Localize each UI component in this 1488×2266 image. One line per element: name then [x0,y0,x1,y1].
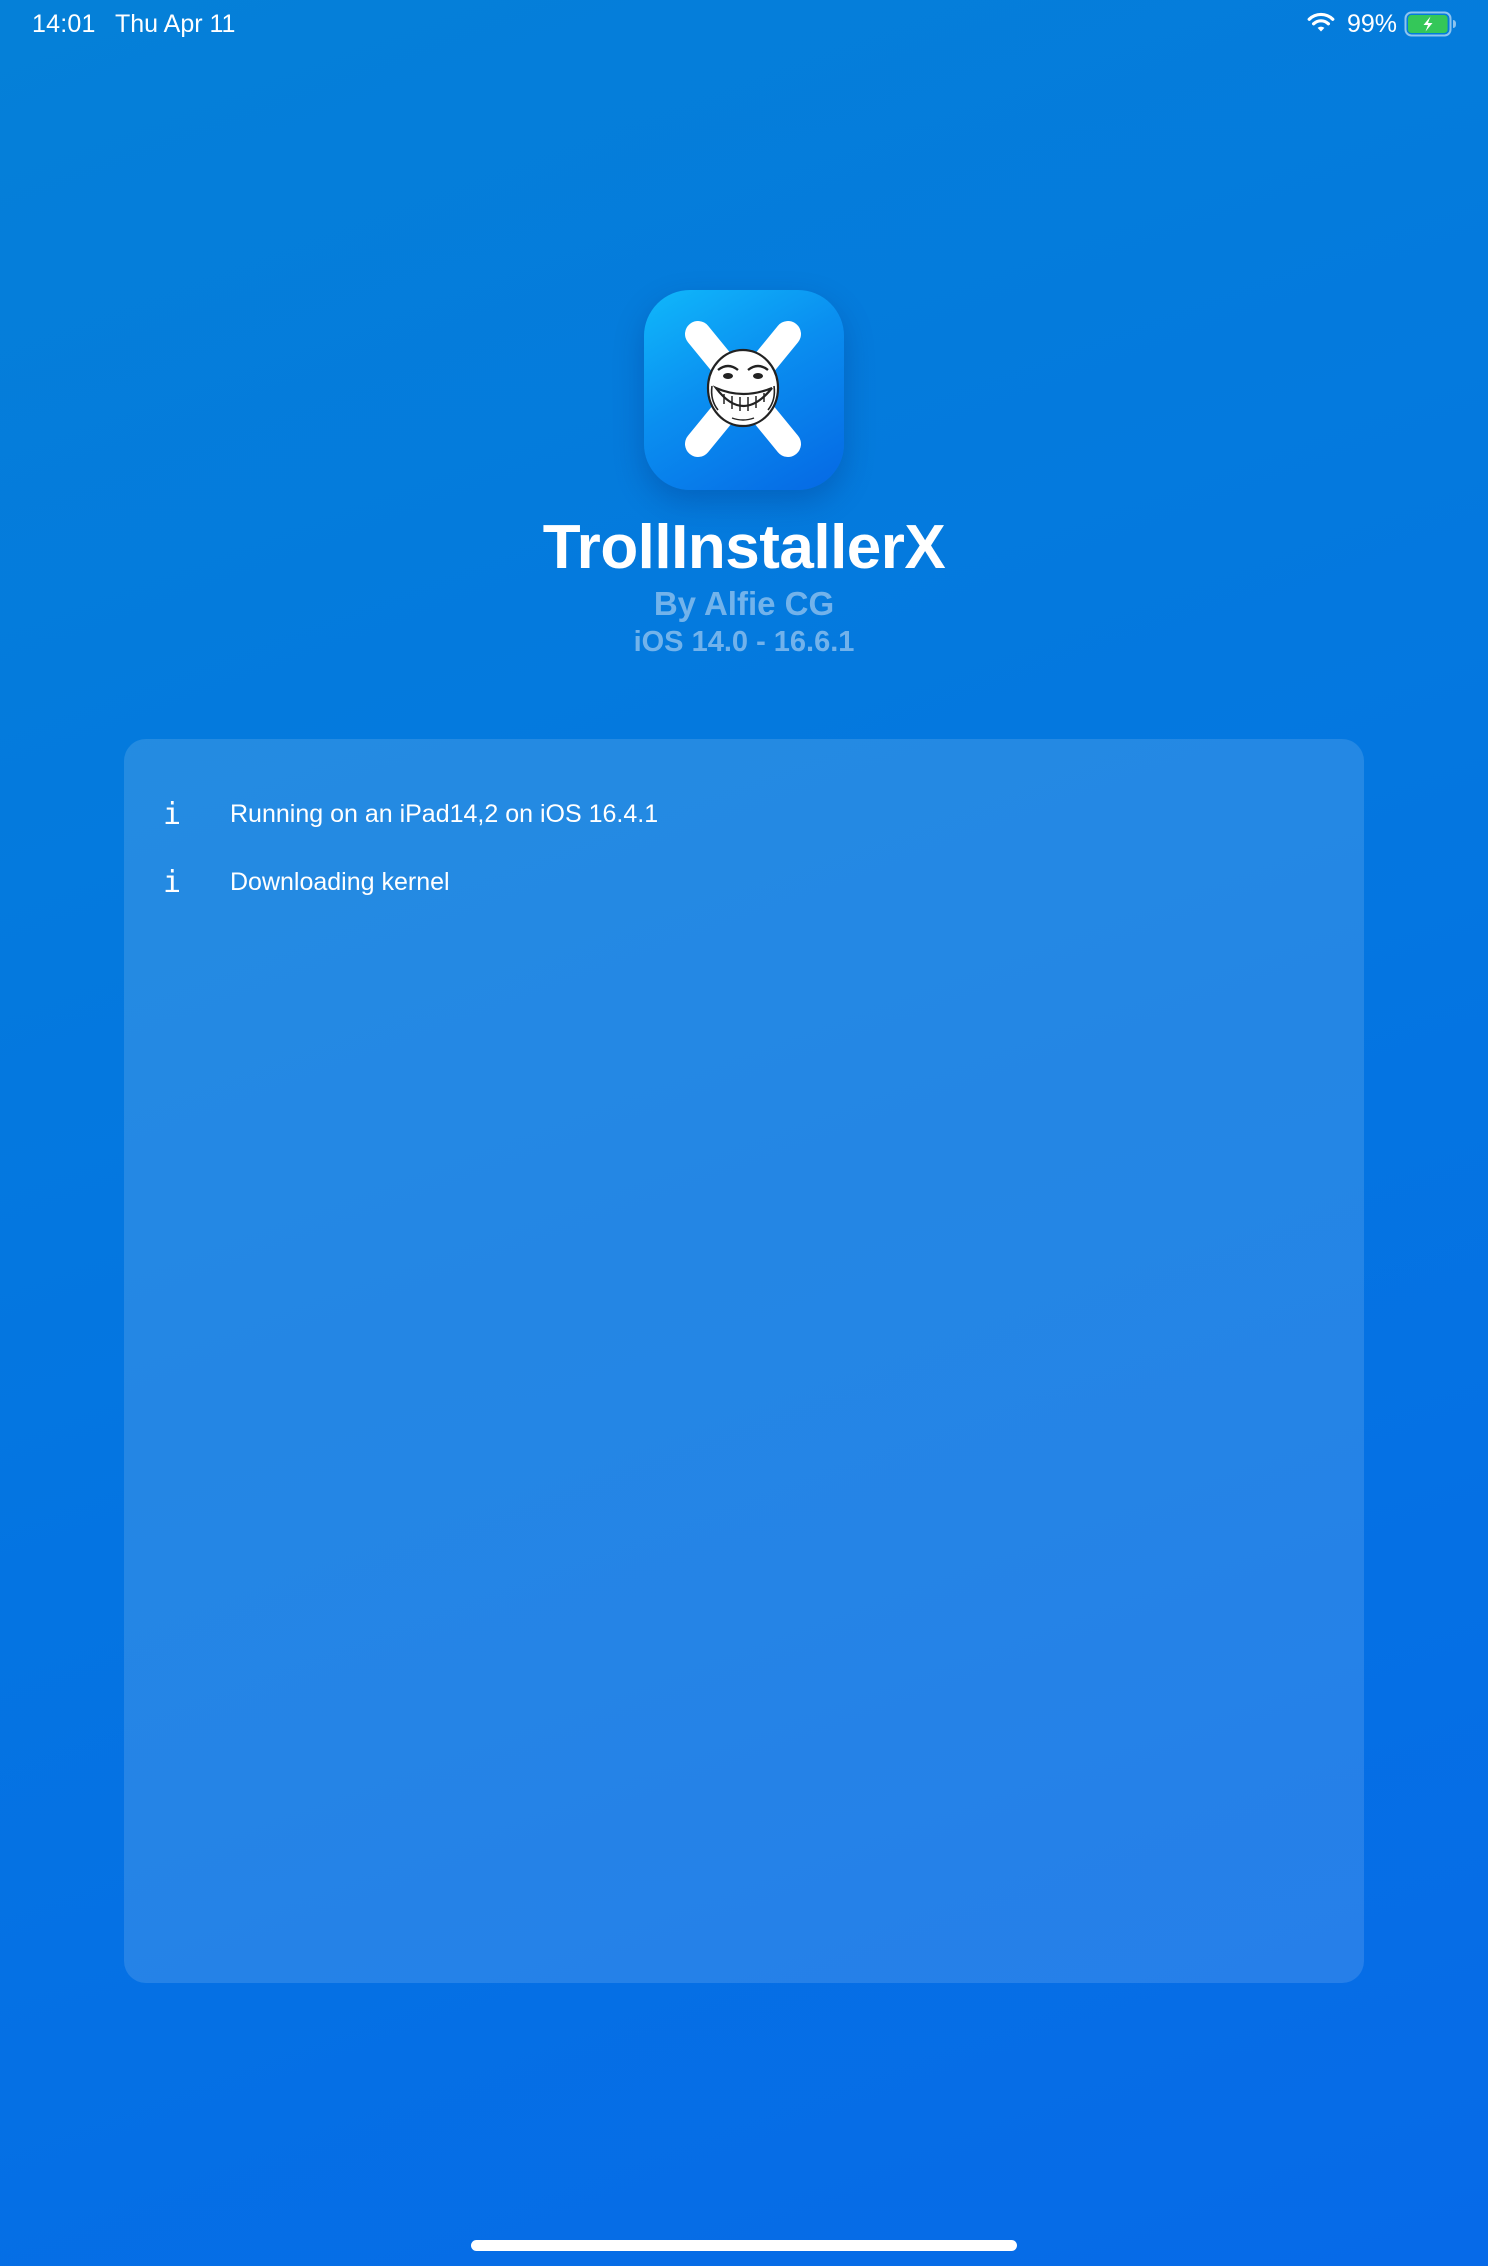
app-author: By Alfie CG [653,585,835,622]
supported-ios-versions: iOS 14.0 - 16.6.1 [633,626,855,658]
troll-face-icon [706,348,780,428]
log-entry-text: Downloading kernel [230,867,450,896]
status-bar: 14:01 Thu Apr 11 99% [0,0,1488,48]
log-entry-text: Running on an iPad14,2 on iOS 16.4.1 [230,799,659,828]
home-indicator[interactable] [471,2240,1017,2251]
app-icon [644,290,844,490]
info-icon: i [162,864,182,900]
status-time: 14:01 [32,10,96,38]
info-icon: i [162,796,182,832]
battery-charging-icon [1404,10,1458,38]
log-entry: i Running on an iPad14,2 on iOS 16.4.1 [160,791,658,837]
app-title: TrollInstallerX [542,513,946,582]
battery-percentage: 99% [1347,10,1398,38]
log-entry: i Downloading kernel [160,859,658,905]
status-date: Thu Apr 11 [115,10,236,38]
wifi-icon [1306,11,1336,35]
log-list: i Running on an iPad14,2 on iOS 16.4.1 i Do… [160,791,658,927]
log-panel[interactable]: i Running on an iPad14,2 on iOS 16.4.1 i Do… [124,739,1364,1983]
